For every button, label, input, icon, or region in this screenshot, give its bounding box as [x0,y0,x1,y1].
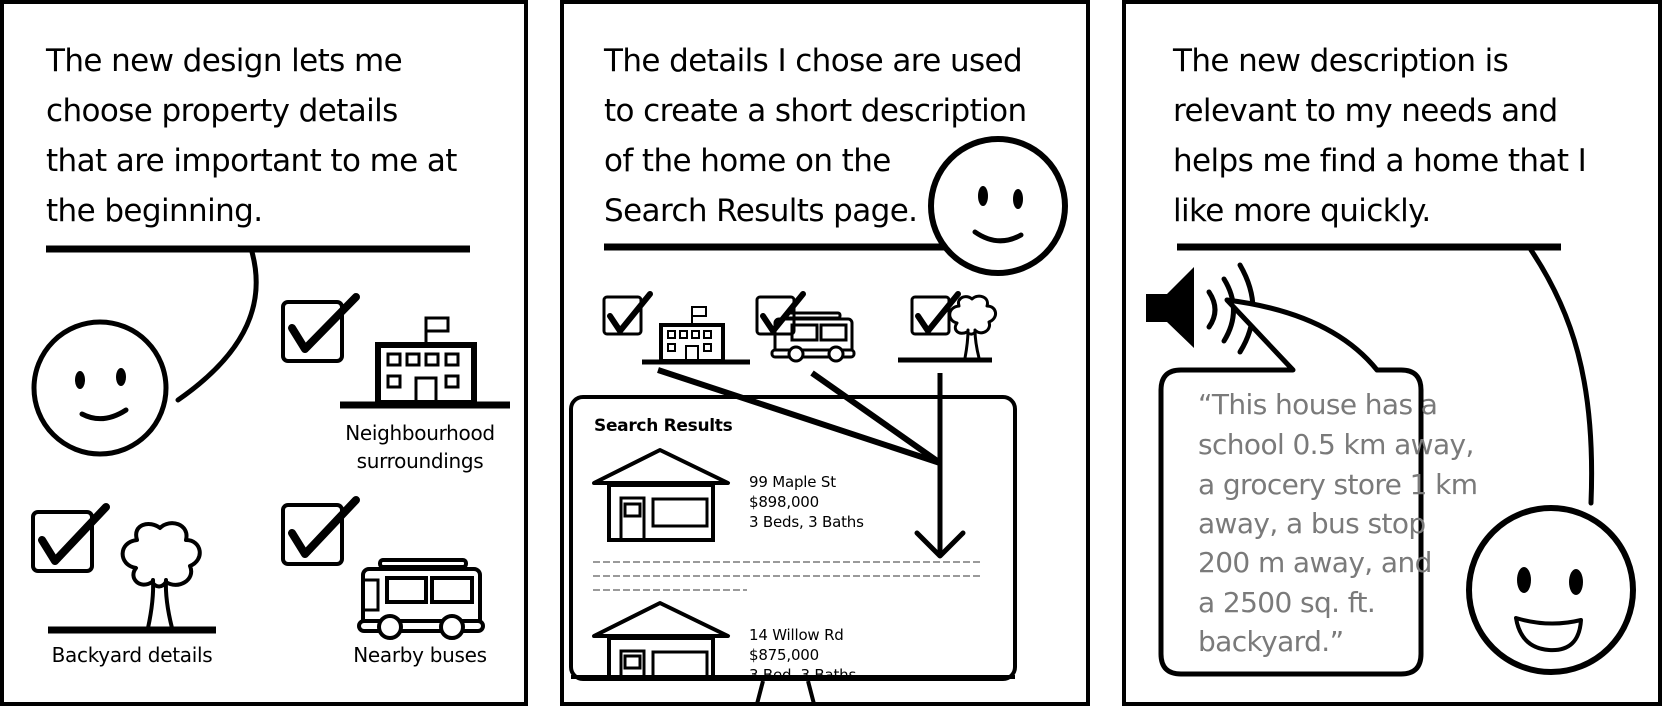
panel-3-canvas: The new description is relevant to my ne… [1122,0,1662,706]
caption-line: that are important to me at [46,143,457,179]
caption-line: Search Results page. [604,193,917,229]
option-label-backyard: Backyard details [52,643,213,667]
listing-price: $875,000 [749,646,819,664]
caption-line: to create a short description [604,93,1027,129]
caption-line: of the home on the [604,143,891,179]
option-label-neighbourhood-2: surroundings [357,449,484,473]
caption-line: choose property details [46,93,398,129]
quote-line: a 2500 sq. ft. [1198,586,1375,619]
listing-address: 14 Willow Rd [749,626,844,644]
quote-line: away, a bus stop [1198,507,1426,540]
caption-line: like more quickly. [1173,193,1431,229]
caption-line: The new design lets me [45,43,402,79]
panel-2-canvas: The details I chose are used to create a… [560,0,1090,706]
caption-line: relevant to my needs and [1173,93,1558,129]
quote-line: backyard.” [1198,625,1343,658]
smiley-face-icon [928,136,1068,276]
caption-line: helps me find a home that I [1173,143,1586,179]
listing-address: 99 Maple St [749,473,836,491]
panel-1-canvas: The new design lets me choose property d… [0,0,528,706]
option-label-buses: Nearby buses [353,643,487,667]
panel-2: The details I chose are used to create a… [560,0,1092,709]
panel-3: The new description is relevant to my ne… [1121,0,1664,709]
listing-price: $898,000 [749,493,819,511]
quote-line: “This house has a [1198,388,1437,421]
caption-line: The details I chose are used [603,43,1022,79]
listing-rooms: 3 Beds, 3 Baths [749,513,864,531]
caption-line: The new description is [1172,43,1508,79]
monitor-stand [754,680,817,706]
search-results-title: Search Results [594,416,733,436]
quote-line: a grocery store 1 km [1198,468,1477,501]
caption-line: the beginning. [46,193,262,229]
panel-1: The new design lets me choose property d… [0,0,530,709]
happy-face-icon [1466,505,1636,675]
quote-line: 200 m away, and [1198,546,1432,579]
quote-line: school 0.5 km away, [1198,428,1474,461]
option-label-neighbourhood: Neighbourhood [345,421,495,445]
smiley-face-icon [31,319,169,457]
